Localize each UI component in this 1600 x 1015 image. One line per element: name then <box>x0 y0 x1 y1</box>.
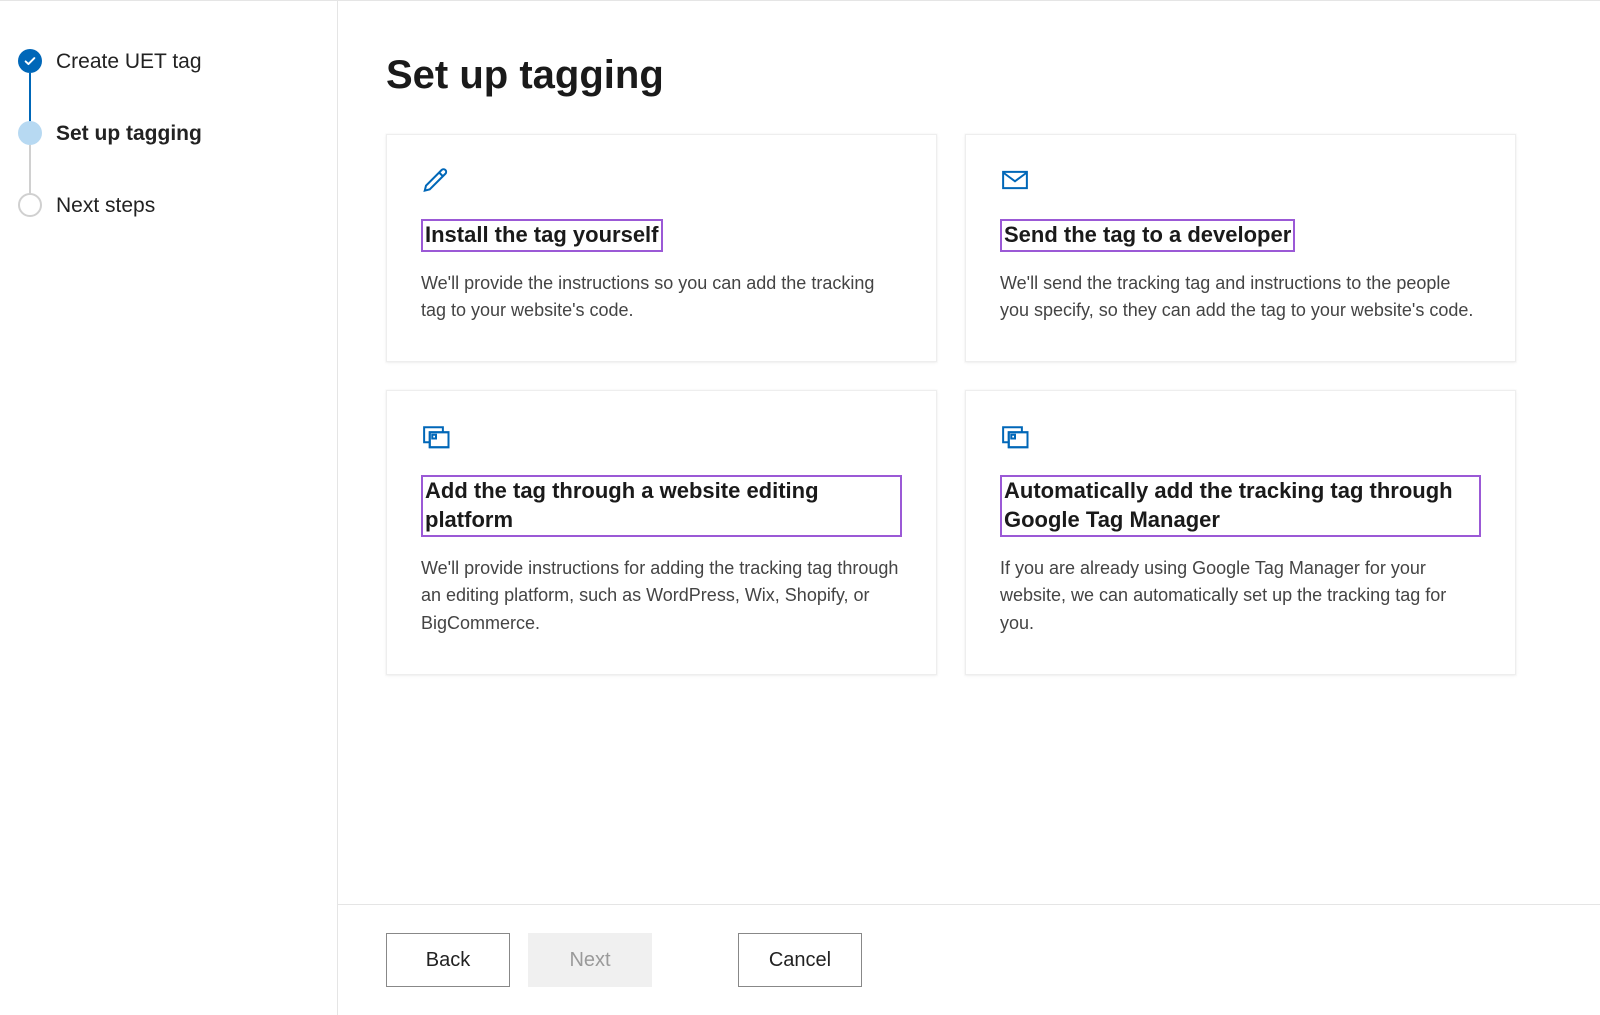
step-connector <box>29 73 31 123</box>
page-root: Create UET tag Set up tagging Next steps… <box>0 0 1600 1015</box>
step-label: Next steps <box>56 193 155 218</box>
step-next-steps[interactable]: Next steps <box>18 193 317 265</box>
page-title: Set up tagging <box>386 53 1552 98</box>
card-title-highlight: Install the tag yourself <box>421 219 663 252</box>
card-title: Install the tag yourself <box>425 222 659 247</box>
card-website-platform[interactable]: Add the tag through a website editing pl… <box>386 390 937 675</box>
step-indicator-upcoming <box>18 193 42 217</box>
card-title: Send the tag to a developer <box>1004 222 1291 247</box>
card-description: We'll send the tracking tag and instruct… <box>1000 270 1481 326</box>
card-install-yourself[interactable]: Install the tag yourself We'll provide t… <box>386 134 937 362</box>
card-title-highlight: Add the tag through a website editing pl… <box>421 475 902 536</box>
card-description: We'll provide the instructions so you ca… <box>421 270 902 326</box>
step-indicator-completed <box>18 49 42 73</box>
step-create-uet-tag[interactable]: Create UET tag <box>18 49 317 121</box>
windows-icon <box>421 421 902 451</box>
step-indicator-current <box>18 121 42 145</box>
card-description: We'll provide instructions for adding th… <box>421 555 902 639</box>
wizard-stepper: Create UET tag Set up tagging Next steps <box>0 1 338 1015</box>
card-title: Automatically add the tracking tag throu… <box>1004 478 1453 532</box>
card-title: Add the tag through a website editing pl… <box>425 478 819 532</box>
card-title-highlight: Send the tag to a developer <box>1000 219 1295 252</box>
next-button[interactable]: Next <box>528 933 652 987</box>
main-content: Set up tagging Install the tag yourself … <box>338 1 1600 1015</box>
card-google-tag-manager[interactable]: Automatically add the tracking tag throu… <box>965 390 1516 675</box>
card-send-to-developer[interactable]: Send the tag to a developer We'll send t… <box>965 134 1516 362</box>
card-description: If you are already using Google Tag Mana… <box>1000 555 1481 639</box>
step-label: Create UET tag <box>56 49 202 74</box>
windows-icon <box>1000 421 1481 451</box>
content-scroll: Set up tagging Install the tag yourself … <box>338 1 1600 904</box>
mail-icon <box>1000 165 1481 195</box>
step-label: Set up tagging <box>56 121 202 146</box>
pencil-icon <box>421 165 902 195</box>
step-connector <box>29 145 31 195</box>
option-cards-grid: Install the tag yourself We'll provide t… <box>386 134 1516 675</box>
card-title-highlight: Automatically add the tracking tag throu… <box>1000 475 1481 536</box>
footer-gap <box>670 933 720 987</box>
back-button[interactable]: Back <box>386 933 510 987</box>
cancel-button[interactable]: Cancel <box>738 933 862 987</box>
step-set-up-tagging[interactable]: Set up tagging <box>18 121 317 193</box>
wizard-footer: Back Next Cancel <box>338 904 1600 1015</box>
check-icon <box>23 54 37 68</box>
